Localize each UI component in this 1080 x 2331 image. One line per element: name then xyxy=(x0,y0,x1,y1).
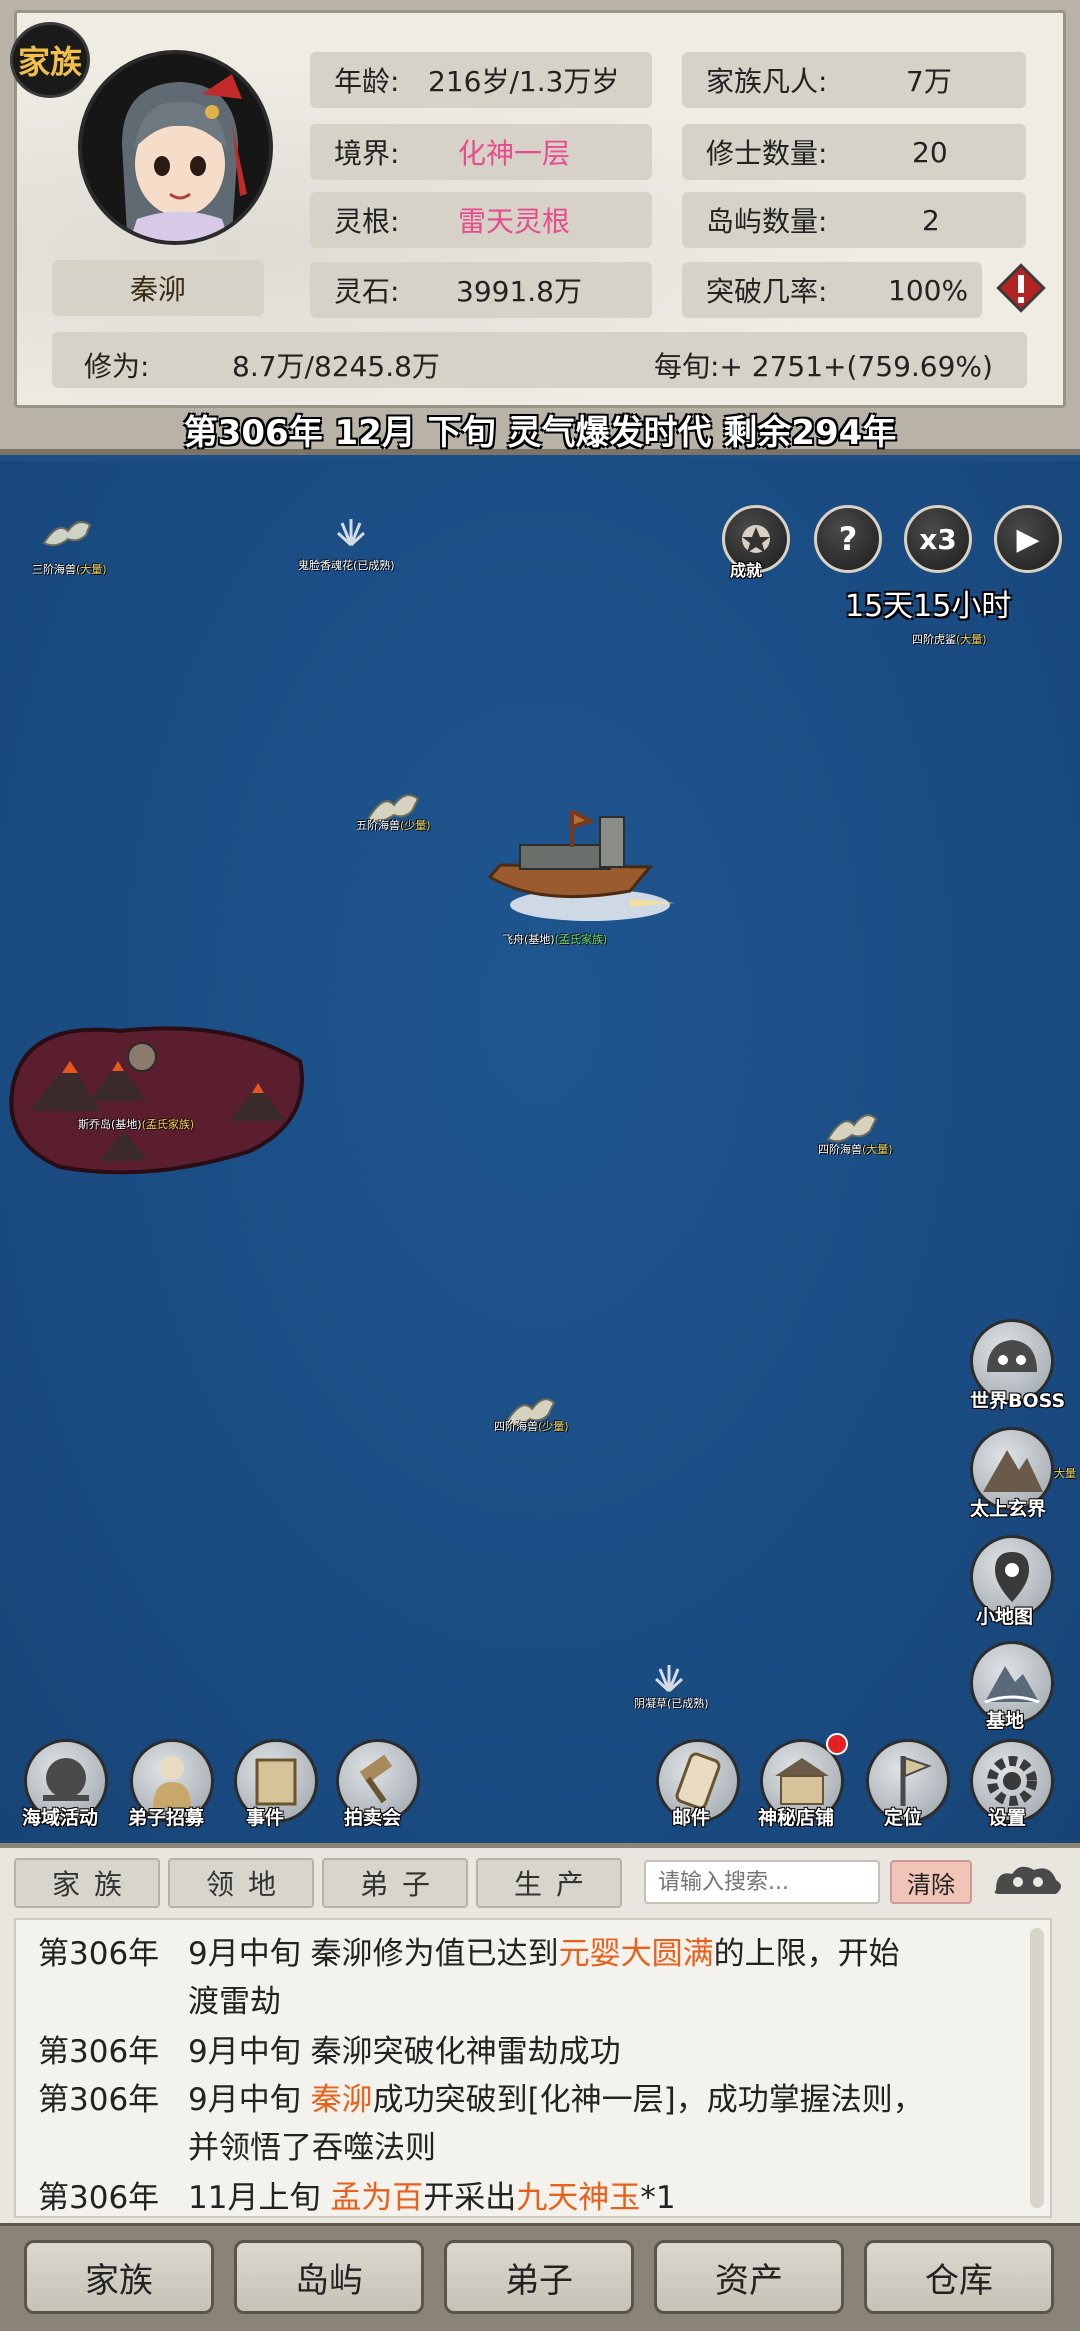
nav-clan[interactable]: 家族 xyxy=(24,2240,214,2314)
minimap-label: 小地图 xyxy=(976,1606,1034,1628)
log-entry: 第306年 11月上旬 孟为百开采出九天神玉*1 xyxy=(38,2180,676,2216)
settings-label: 设置 xyxy=(988,1807,1027,1829)
clear-button[interactable]: 清除 xyxy=(890,1860,972,1904)
stat-mortals-label: 家族凡人: xyxy=(706,65,828,98)
world-boss-label: 世界BOSS xyxy=(970,1390,1066,1412)
nav-warehouse[interactable]: 仓库 xyxy=(864,2240,1054,2314)
clan-badge[interactable]: 家族 xyxy=(10,22,90,98)
log-entry: 第306年 9月中旬 秦泖突破化神雷劫成功 xyxy=(38,2034,621,2070)
stat-mortals-value: 7万 xyxy=(906,65,952,98)
stat-age: 年龄: 216岁/1.3万岁 xyxy=(310,52,652,108)
herb-icon[interactable] xyxy=(334,517,368,547)
status-panel: 家族 秦泖 年龄: 216岁/1.3万岁 境界: 化神一层 灵根: 雷天灵根 灵… xyxy=(0,0,1080,455)
tab-territory[interactable]: 领地 xyxy=(168,1858,314,1908)
log-entry-continued: 渡雷劫 xyxy=(188,1984,281,2020)
side-tag: 大量 xyxy=(1054,1467,1076,1480)
events-label: 事件 xyxy=(246,1807,285,1829)
stat-islands-value: 2 xyxy=(922,203,940,237)
mystery-shop-label: 神秘店铺 xyxy=(758,1807,835,1829)
nav-disciples[interactable]: 弟子 xyxy=(444,2240,634,2314)
sea-beast-icon[interactable] xyxy=(38,513,98,553)
stat-breakthrough-value: 100% xyxy=(888,273,969,307)
log-list[interactable]: 第306年 9月中旬 秦泖修为值已达到元婴大圆满的上限，开始 渡雷劫 第306年 9… xyxy=(14,1918,1052,2218)
search-input[interactable] xyxy=(644,1860,880,1904)
flying-ship-icon[interactable] xyxy=(480,807,680,927)
nav-assets[interactable]: 资产 xyxy=(654,2240,844,2314)
stat-islands-label: 岛屿数量: xyxy=(706,205,828,238)
log-panel: 家族 领地 弟子 生产 清除 第306年9月中旬 秦泖修为值已达到元婴大圆满的上… xyxy=(0,1843,1080,2223)
stat-mortals: 家族凡人: 7万 xyxy=(682,52,1026,108)
cloud-ornament-icon[interactable] xyxy=(990,1860,1066,1904)
cultivation-value: 8.7万/8245.8万 xyxy=(232,350,440,383)
stat-breakthrough: 突破几率: 100% xyxy=(682,262,982,318)
herb-label-2: 阴凝草(已成熟) xyxy=(634,1697,709,1710)
herb-label-1: 鬼脸香魂花(已成熟) xyxy=(298,559,395,572)
supreme-realm-label: 太上玄界 xyxy=(970,1498,1047,1520)
stat-cultivators-label: 修士数量: xyxy=(706,137,828,170)
island-label: 斯乔岛(基地)(孟氏家族) xyxy=(78,1118,195,1131)
volcano-island-icon[interactable] xyxy=(0,1001,312,1181)
stat-spirit-root: 灵根: 雷天灵根 xyxy=(310,192,652,248)
log-scrollbar[interactable] xyxy=(1030,1928,1044,2208)
tab-production[interactable]: 生产 xyxy=(476,1858,622,1908)
base-label: 基地 xyxy=(986,1710,1025,1732)
achievement-label: 成就 xyxy=(730,561,763,580)
log-entry: 第306年 9月中旬 秦泖修为值已达到元婴大圆满的上限，开始 xyxy=(38,1936,900,1972)
log-entry-continued: 并领悟了吞噬法则 xyxy=(188,2130,436,2166)
cultivation-row: 修为: 8.7万/8245.8万 每旬:+ 2751+(759.69%) xyxy=(52,332,1027,388)
sea-map[interactable]: 三阶海兽(大量) 鬼脸香魂花(已成熟) 成就 ? x3 ▶ 15天15小时 四阶… xyxy=(0,461,1080,1843)
stat-spirit-stone: 灵石: 3991.8万 xyxy=(310,262,652,318)
log-entry: 第306年 9月中旬 秦泖成功突破到[化神一层]，成功掌握法则， xyxy=(38,2082,924,2118)
play-button[interactable]: ▶ xyxy=(994,505,1062,573)
stat-realm: 境界: 化神一层 xyxy=(310,124,652,180)
tab-clan[interactable]: 家族 xyxy=(14,1858,160,1908)
character-name: 秦泖 xyxy=(52,260,264,316)
beast-label-4: 四阶海兽(大量) xyxy=(818,1143,893,1156)
beast-label-3: 五阶海兽(少量) xyxy=(356,819,431,832)
locate-label: 定位 xyxy=(884,1807,923,1829)
disciple-recruit-label: 弟子招募 xyxy=(128,1807,205,1829)
mail-label: 邮件 xyxy=(672,1807,711,1829)
stat-realm-label: 境界: xyxy=(334,137,400,170)
beast-label-5: 四阶海兽(少量) xyxy=(494,1420,569,1433)
stat-root-value: 雷天灵根 xyxy=(458,205,571,238)
notification-dot xyxy=(826,1733,848,1755)
countdown-timer: 15天15小时 xyxy=(845,589,1012,624)
help-button[interactable]: ? xyxy=(814,505,882,573)
stat-cultivators-value: 20 xyxy=(912,135,948,169)
stat-realm-value: 化神一层 xyxy=(458,137,571,170)
auction-label: 拍卖会 xyxy=(344,1807,402,1829)
stat-stone-label: 灵石: xyxy=(334,275,400,308)
tab-disciples[interactable]: 弟子 xyxy=(322,1858,468,1908)
nav-islands[interactable]: 岛屿 xyxy=(234,2240,424,2314)
stat-islands: 岛屿数量: 2 xyxy=(682,192,1026,248)
character-portrait[interactable] xyxy=(78,50,273,245)
speed-button[interactable]: x3 xyxy=(904,505,972,573)
bottom-nav: 家族 岛屿 弟子 资产 仓库 xyxy=(0,2223,1080,2331)
stat-breakthrough-label: 突破几率: xyxy=(706,275,828,308)
per-period-gain: 每旬:+ 2751+(759.69%) xyxy=(654,350,993,383)
cultivation-label: 修为: xyxy=(84,350,150,383)
stat-root-label: 灵根: xyxy=(334,205,400,238)
stat-stone-value: 3991.8万 xyxy=(456,275,582,308)
beast-label-2: 四阶虎鲨(大量) xyxy=(912,633,987,646)
warning-icon[interactable] xyxy=(995,262,1047,314)
sea-activity-label: 海域活动 xyxy=(22,1807,99,1829)
beast-label-1: 三阶海兽(大量) xyxy=(32,563,107,576)
stat-age-value: 216岁/1.3万岁 xyxy=(428,65,620,98)
herb-icon[interactable] xyxy=(652,1663,686,1693)
stat-age-label: 年龄: xyxy=(334,65,400,98)
ship-label: 飞舟(基地)(孟氏家族) xyxy=(502,933,608,946)
stat-cultivators: 修士数量: 20 xyxy=(682,124,1026,180)
era-banner: 第306年 12月 下旬 灵气爆发时代 剩余294年 xyxy=(183,413,897,453)
